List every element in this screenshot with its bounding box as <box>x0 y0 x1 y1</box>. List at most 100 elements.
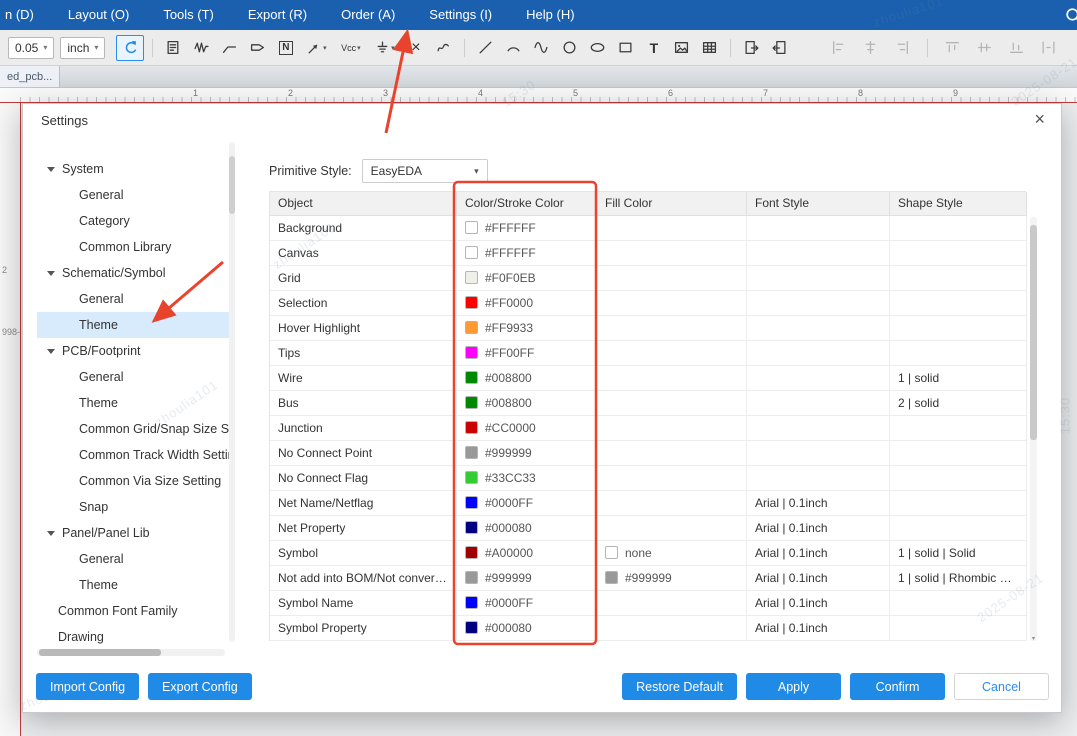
tree-item-11-common-track-width-setting[interactable]: Common Track Width Setting <box>37 442 233 468</box>
tree-item-15-general[interactable]: General <box>37 546 233 572</box>
primitive-style-select[interactable]: EasyEDA ▾ <box>362 159 488 183</box>
color-swatch[interactable] <box>465 346 478 359</box>
tree-item-10-common-grid-snap-size-setting[interactable]: Common Grid/Snap Size Setting <box>37 416 233 442</box>
sidebar-horizontal-scrollbar[interactable] <box>37 649 225 656</box>
tree-group-7-pcb-footprint[interactable]: PCB/Footprint <box>37 338 233 364</box>
close-icon[interactable]: × <box>1034 109 1045 130</box>
menu-item-help[interactable]: Help (H) <box>509 0 591 30</box>
scrollbar-thumb[interactable] <box>229 156 235 214</box>
color-swatch[interactable] <box>465 221 478 234</box>
table-row: Selection#FF0000 <box>270 291 1026 316</box>
tree-label: General <box>79 370 123 384</box>
sidebar-vertical-scrollbar[interactable] <box>229 142 235 642</box>
arc-tool-icon[interactable] <box>501 35 526 60</box>
align-top-icon <box>940 35 965 60</box>
bezier-tool-icon[interactable] <box>529 35 554 60</box>
cell-stroke-color: #008800 <box>457 366 597 391</box>
text-tool-icon[interactable]: T <box>641 35 666 60</box>
grid-size-select[interactable]: 0.05 ▾ <box>8 37 54 59</box>
circle-tool-icon[interactable] <box>557 35 582 60</box>
color-swatch[interactable] <box>465 421 478 434</box>
tree-item-1-general[interactable]: General <box>37 182 233 208</box>
probe-icon[interactable]: ▾ <box>301 35 332 60</box>
cancel-button[interactable]: Cancel <box>954 673 1049 700</box>
tree-group-4-schematic-symbol[interactable]: Schematic/Symbol <box>37 260 233 286</box>
export-config-button[interactable]: Export Config <box>148 673 252 700</box>
apply-button[interactable]: Apply <box>746 673 841 700</box>
color-swatch[interactable] <box>465 521 478 534</box>
expand-arrow-icon[interactable] <box>47 271 55 276</box>
no-connect-icon[interactable]: × <box>403 35 428 60</box>
netflag-icon[interactable]: N <box>273 35 298 60</box>
ellipse-tool-icon[interactable] <box>585 35 610 60</box>
color-swatch[interactable] <box>465 321 478 334</box>
import-changes-icon[interactable] <box>767 35 792 60</box>
color-swatch[interactable] <box>465 446 478 459</box>
export-netlist-icon[interactable] <box>739 35 764 60</box>
menu-item-settings[interactable]: Settings (I) <box>412 0 509 30</box>
tree-group-14-panel-panel-lib[interactable]: Panel/Panel Lib <box>37 520 233 546</box>
tree-item-6-theme[interactable]: Theme <box>37 312 233 338</box>
table-tool-icon[interactable] <box>697 35 722 60</box>
bus-tool-icon[interactable] <box>217 35 242 60</box>
color-swatch[interactable] <box>605 571 618 584</box>
color-swatch[interactable] <box>465 246 478 259</box>
tree-item-9-theme[interactable]: Theme <box>37 390 233 416</box>
color-swatch[interactable] <box>465 596 478 609</box>
color-swatch[interactable] <box>465 546 478 559</box>
menu-item-layout[interactable]: Layout (O) <box>51 0 146 30</box>
unit-select[interactable]: inch ▾ <box>60 37 105 59</box>
expand-arrow-icon[interactable] <box>47 167 55 172</box>
restore-default-button[interactable]: Restore Default <box>622 673 737 700</box>
tree-item-13-snap[interactable]: Snap <box>37 494 233 520</box>
alignment-tools <box>826 35 1061 60</box>
search-icon[interactable] <box>1064 6 1077 30</box>
cell-fill-color <box>597 466 747 491</box>
color-swatch[interactable] <box>465 621 478 634</box>
canvas-origin-button[interactable] <box>116 35 144 61</box>
color-swatch[interactable] <box>465 271 478 284</box>
scrollbar-thumb[interactable] <box>39 649 161 656</box>
tree-item-12-common-via-size-setting[interactable]: Common Via Size Setting <box>37 468 233 494</box>
color-swatch[interactable] <box>465 471 478 484</box>
tree-item-3-common-library[interactable]: Common Library <box>37 234 233 260</box>
expand-arrow-icon[interactable] <box>47 349 55 354</box>
freehand-tool-icon[interactable] <box>431 35 456 60</box>
menu-item-design[interactable]: n (D) <box>2 0 51 30</box>
tree-item-8-general[interactable]: General <box>37 364 233 390</box>
color-swatch[interactable] <box>605 546 618 559</box>
scroll-down-icon[interactable]: ▾ <box>1029 633 1038 643</box>
color-swatch[interactable] <box>465 296 478 309</box>
tree-item-17-common-font-family[interactable]: Common Font Family <box>37 598 233 624</box>
sheet-settings-icon[interactable] <box>161 35 186 60</box>
color-swatch[interactable] <box>465 571 478 584</box>
tree-item-5-general[interactable]: General <box>37 286 233 312</box>
tree-item-16-theme[interactable]: Theme <box>37 572 233 598</box>
color-swatch[interactable] <box>465 371 478 384</box>
menu-item-order[interactable]: Order (A) <box>324 0 412 30</box>
color-swatch[interactable] <box>465 496 478 509</box>
rect-tool-icon[interactable] <box>613 35 638 60</box>
tree-item-2-category[interactable]: Category <box>37 208 233 234</box>
expand-arrow-icon[interactable] <box>47 531 55 536</box>
color-value: #FF0000 <box>485 296 533 310</box>
tree-item-18-drawing[interactable]: Drawing <box>37 624 233 650</box>
tab-ed-pcb[interactable]: ed_pcb... <box>0 66 60 87</box>
tree-group-0-system[interactable]: System <box>37 156 233 182</box>
confirm-button[interactable]: Confirm <box>850 673 945 700</box>
wire-tool-icon[interactable] <box>189 35 214 60</box>
import-config-button[interactable]: Import Config <box>36 673 139 700</box>
vcc-flag-icon[interactable]: Vcc▾ <box>335 35 366 60</box>
ground-flag-icon[interactable]: ▾ <box>369 35 400 60</box>
scrollbar-thumb[interactable] <box>1030 225 1037 440</box>
color-swatch[interactable] <box>465 396 478 409</box>
image-tool-icon[interactable] <box>669 35 694 60</box>
table-vertical-scrollbar[interactable]: ▾ <box>1030 217 1037 641</box>
line-tool-icon[interactable] <box>473 35 498 60</box>
cell-object: Wire <box>270 366 457 391</box>
menu-item-tools[interactable]: Tools (T) <box>146 0 231 30</box>
menu-item-export[interactable]: Export (R) <box>231 0 324 30</box>
settings-sidebar: SystemGeneralCategoryCommon LibrarySchem… <box>37 138 233 660</box>
net-label-icon[interactable] <box>245 35 270 60</box>
x-glyph: × <box>411 39 420 57</box>
